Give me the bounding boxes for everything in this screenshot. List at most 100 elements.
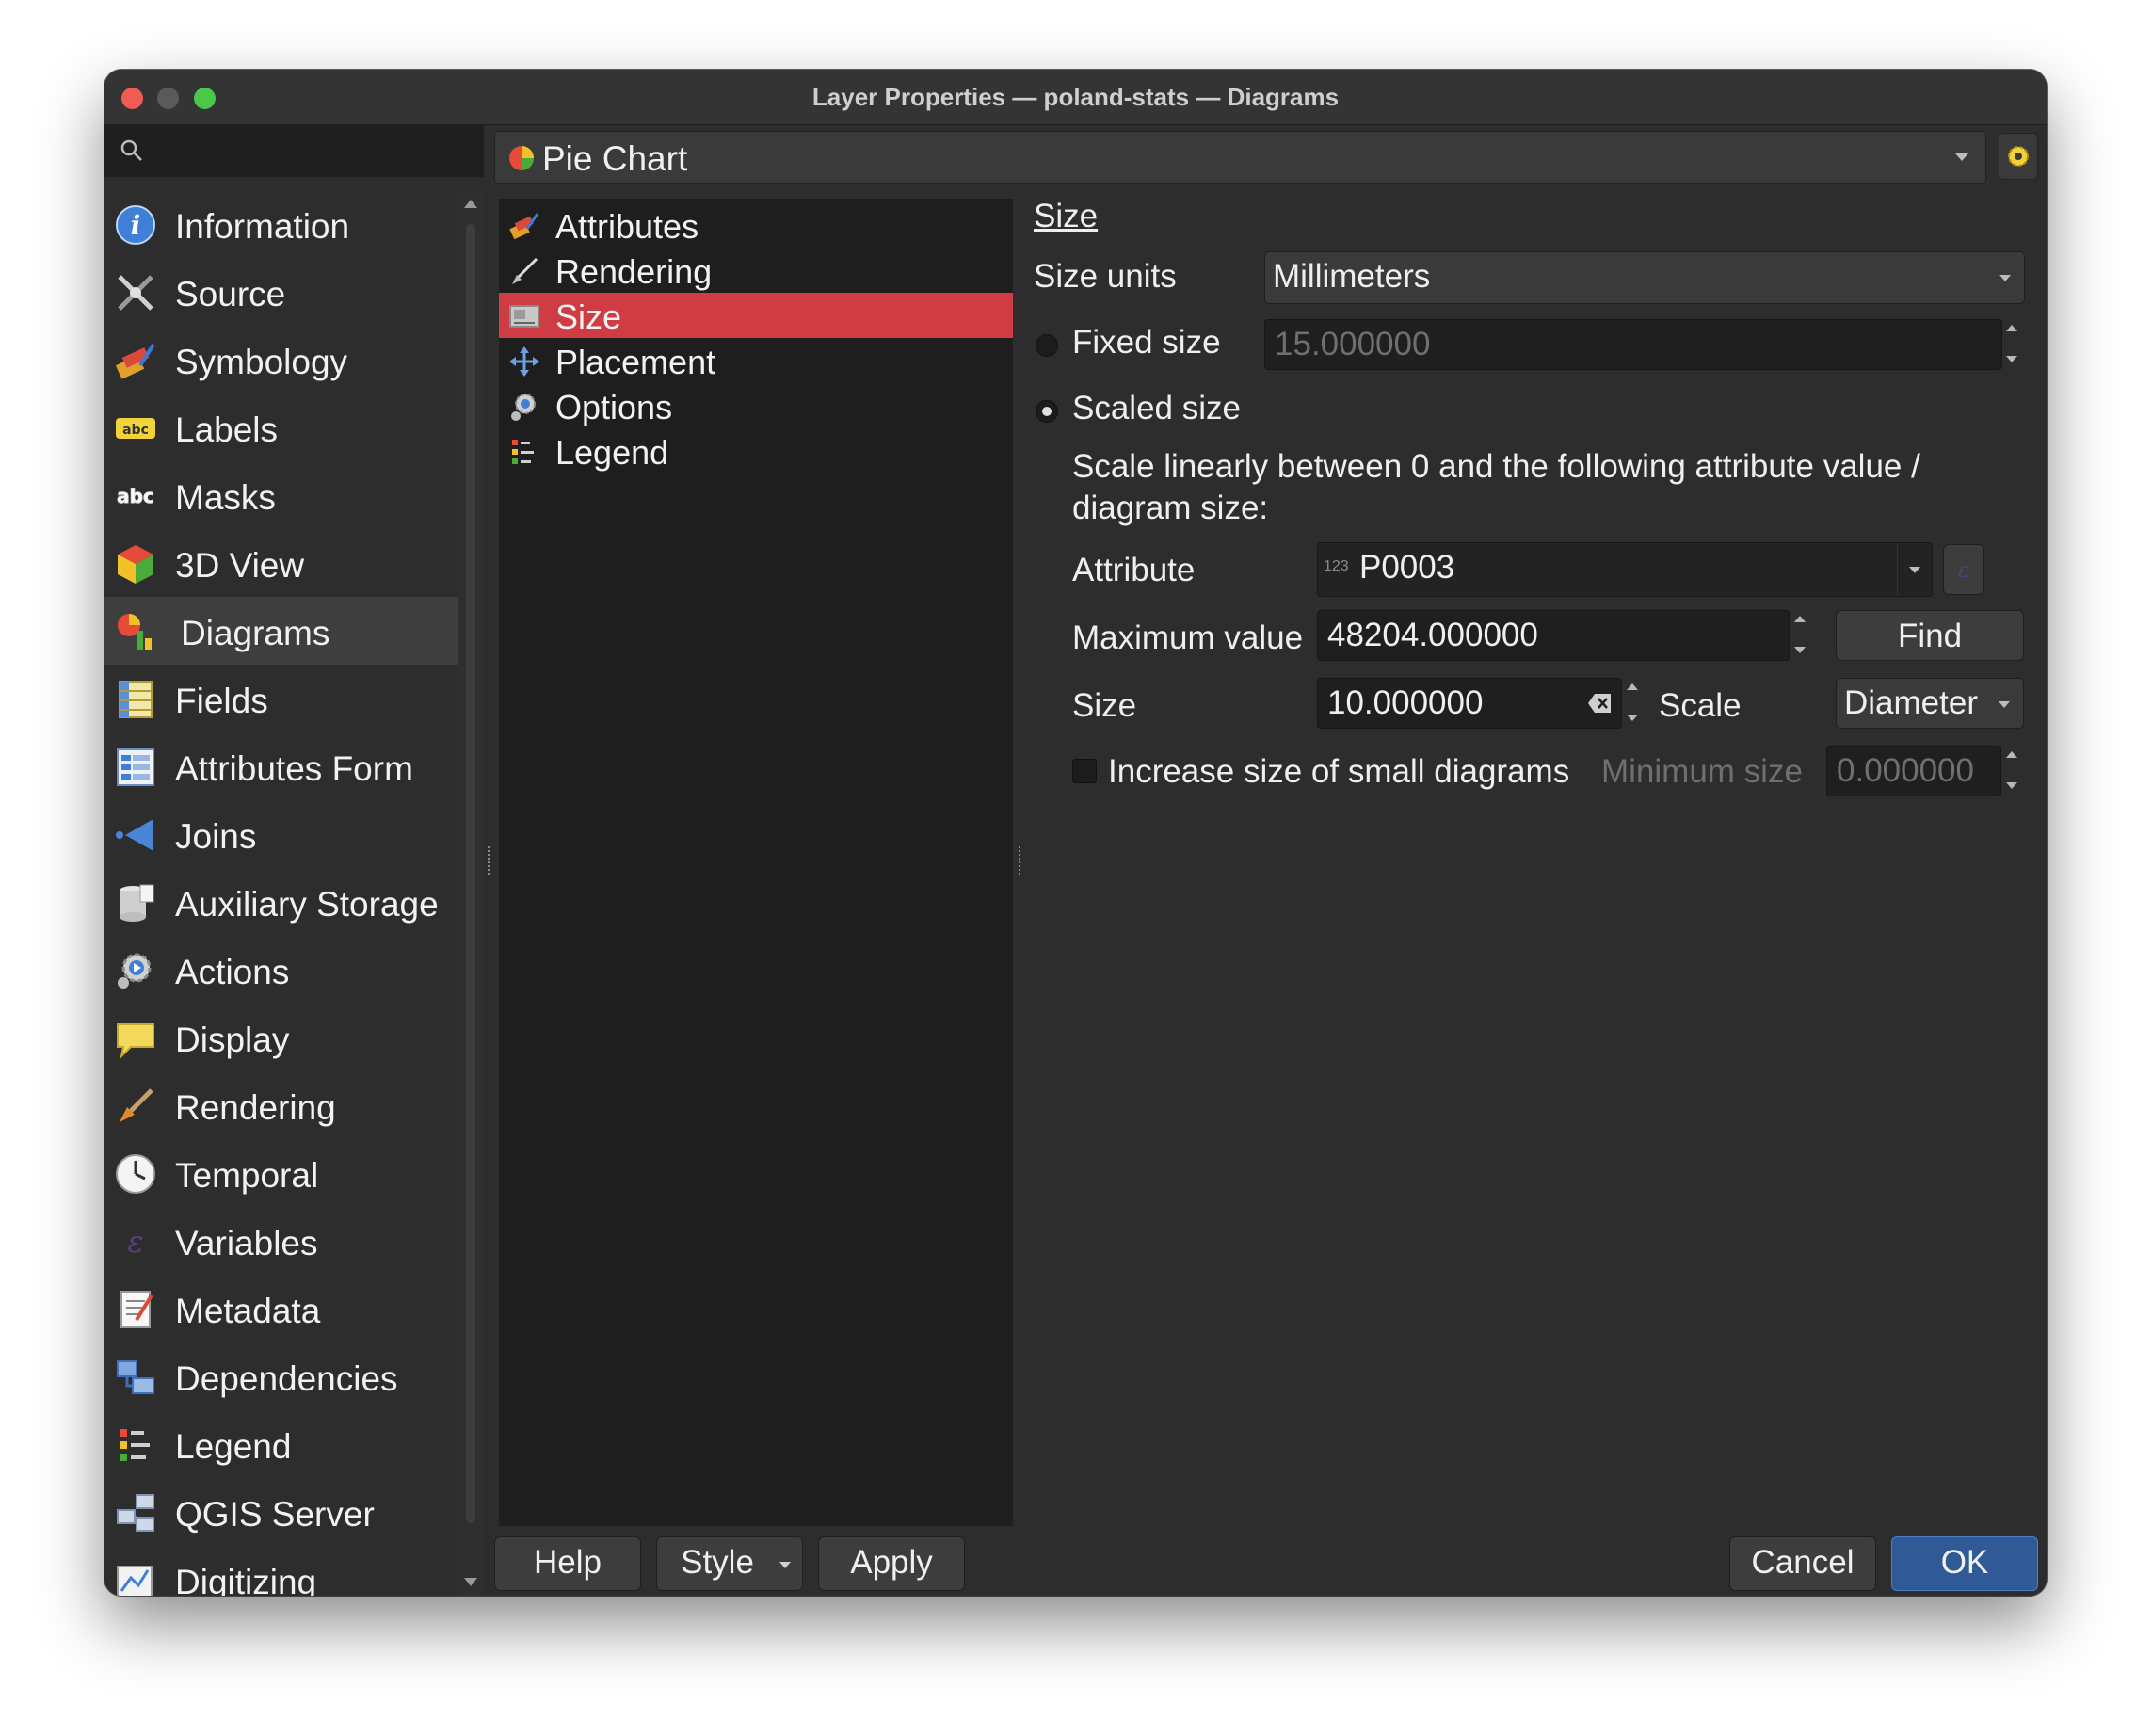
minimum-size-input[interactable]: 0.000000 bbox=[1826, 746, 2001, 796]
sidebar-item-variables[interactable]: ε Variables bbox=[104, 1207, 458, 1275]
section-item-attributes[interactable]: Attributes bbox=[499, 202, 1013, 248]
svg-text:abc: abc bbox=[122, 423, 149, 438]
section-item-options[interactable]: Options bbox=[499, 383, 1013, 428]
sidebar-item-information[interactable]: i Information bbox=[104, 190, 458, 258]
fixed-size-radio[interactable] bbox=[1036, 334, 1058, 357]
sidebar-item-label: Temporal bbox=[175, 1156, 319, 1195]
diagram-settings-button[interactable] bbox=[1999, 133, 2038, 180]
minimum-size-label: Minimum size bbox=[1601, 753, 1803, 790]
scroll-down-icon[interactable] bbox=[464, 1578, 477, 1586]
sidebar-item-diagrams[interactable]: Diagrams bbox=[104, 597, 458, 665]
scale-description-line1: Scale linearly between 0 and the followi… bbox=[1072, 448, 1920, 485]
chevron-down-icon bbox=[1955, 153, 1968, 161]
help-button-label: Help bbox=[534, 1544, 602, 1581]
legend-icon bbox=[512, 440, 534, 464]
clear-icon[interactable] bbox=[1587, 693, 1612, 714]
svg-text:abc: abc bbox=[117, 485, 154, 507]
size-stepper[interactable] bbox=[1622, 678, 1643, 727]
sidebar-item-label: Display bbox=[175, 1021, 290, 1059]
increase-small-diagrams-label: Increase size of small diagrams bbox=[1108, 753, 1570, 790]
attribute-value: P0003 bbox=[1359, 549, 1455, 586]
cancel-button[interactable]: Cancel bbox=[1729, 1536, 1876, 1591]
size-units-select[interactable]: Millimeters bbox=[1264, 251, 2025, 304]
fixed-size-input[interactable]: 15.000000 bbox=[1264, 319, 2002, 370]
maximum-value: 48204.000000 bbox=[1327, 617, 1538, 653]
fields-icon bbox=[119, 681, 153, 718]
size-value: 10.000000 bbox=[1327, 684, 1484, 721]
ok-button[interactable]: OK bbox=[1891, 1536, 2038, 1591]
sidebar-splitter[interactable] bbox=[488, 846, 493, 875]
sidebar-item-digitizing[interactable]: Digitizing bbox=[104, 1546, 458, 1596]
layer-properties-window: Layer Properties — poland-stats — Diagra… bbox=[104, 70, 2047, 1596]
section-item-label: Rendering bbox=[555, 252, 713, 291]
size-label: Size bbox=[1072, 687, 1137, 724]
scroll-up-icon[interactable] bbox=[464, 200, 477, 208]
attribute-select[interactable]: 123 P0003 bbox=[1317, 542, 1933, 597]
section-item-label: Placement bbox=[555, 343, 716, 381]
scaled-size-label: Scaled size bbox=[1072, 390, 1241, 426]
section-item-legend[interactable]: Legend bbox=[499, 428, 1013, 474]
scaled-size-radio[interactable] bbox=[1036, 400, 1058, 423]
sidebar-item-masks[interactable]: abc Masks bbox=[104, 461, 458, 529]
fixed-size-stepper[interactable] bbox=[2001, 319, 2022, 368]
chevron-down-icon bbox=[1999, 275, 2011, 281]
sidebar-item-labels[interactable]: abc Labels bbox=[104, 394, 458, 461]
display-icon bbox=[117, 1023, 154, 1060]
sidebar-item-actions[interactable]: Actions bbox=[104, 936, 458, 1004]
panel-splitter[interactable] bbox=[1019, 846, 1024, 875]
expression-icon: ε bbox=[1958, 559, 1969, 583]
numeric-type-icon: 123 bbox=[1324, 558, 1349, 574]
sidebar-item-auxiliary-storage[interactable]: Auxiliary Storage bbox=[104, 868, 458, 936]
sidebar-item-label: Information bbox=[175, 207, 350, 246]
sidebar-item-joins[interactable]: Joins bbox=[104, 800, 458, 868]
sidebar-item-display[interactable]: Display bbox=[104, 1004, 458, 1071]
find-button-label: Find bbox=[1897, 618, 1963, 654]
style-button-label: Style bbox=[681, 1544, 754, 1581]
sidebar-item-metadata[interactable]: Metadata bbox=[104, 1275, 458, 1342]
style-button[interactable]: Style bbox=[656, 1536, 803, 1591]
data-defined-override-button[interactable]: ε bbox=[1943, 544, 1984, 595]
sidebar-item-source[interactable]: Source bbox=[104, 258, 458, 326]
sidebar-item-fields[interactable]: Fields bbox=[104, 665, 458, 732]
rendering-icon bbox=[120, 1088, 153, 1122]
legend-icon bbox=[120, 1429, 150, 1461]
sidebar-item-legend[interactable]: Legend bbox=[104, 1410, 458, 1478]
section-item-size[interactable]: Size bbox=[499, 293, 1013, 338]
minimum-size-stepper[interactable] bbox=[2001, 746, 2022, 795]
attributes-form-icon bbox=[117, 748, 154, 786]
apply-button-label: Apply bbox=[850, 1544, 933, 1581]
sidebar-item-dependencies[interactable]: Dependencies bbox=[104, 1342, 458, 1410]
sidebar-search-input[interactable] bbox=[104, 125, 484, 177]
scale-select[interactable]: Diameter bbox=[1836, 678, 2024, 729]
size-icon bbox=[509, 305, 539, 328]
attribute-label: Attribute bbox=[1072, 552, 1196, 588]
section-item-label: Attributes bbox=[555, 207, 699, 246]
pie-chart-icon bbox=[509, 146, 534, 170]
maximum-value-stepper[interactable] bbox=[1790, 610, 1810, 659]
increase-small-diagrams-checkbox[interactable] bbox=[1072, 759, 1097, 783]
sidebar-item-qgis-server[interactable]: QGIS Server bbox=[104, 1478, 458, 1546]
scrollbar-thumb[interactable] bbox=[466, 224, 475, 1523]
section-item-rendering[interactable]: Rendering bbox=[499, 248, 1013, 293]
sidebar-item-label: Legend bbox=[175, 1427, 292, 1466]
maximum-value-input[interactable]: 48204.000000 bbox=[1317, 610, 1790, 661]
help-button[interactable]: Help bbox=[494, 1536, 641, 1591]
sidebar-item-label: QGIS Server bbox=[175, 1495, 375, 1534]
sidebar-item-temporal[interactable]: Temporal bbox=[104, 1139, 458, 1207]
sidebar-scrollbar[interactable] bbox=[458, 190, 484, 1596]
sidebar-item-label: Digitizing bbox=[175, 1563, 317, 1596]
diagram-type-select[interactable]: Pie Chart bbox=[494, 131, 1986, 184]
apply-button[interactable]: Apply bbox=[818, 1536, 965, 1591]
sidebar-item-label: 3D View bbox=[175, 546, 305, 585]
svg-text:i: i bbox=[131, 210, 141, 241]
sidebar-item-3d-view[interactable]: 3D View bbox=[104, 529, 458, 597]
sidebar-item-symbology[interactable]: Symbology bbox=[104, 326, 458, 394]
size-input[interactable]: 10.000000 bbox=[1317, 678, 1622, 729]
section-item-placement[interactable]: Placement bbox=[499, 338, 1013, 383]
attributes-icon bbox=[509, 213, 539, 240]
sidebar-item-label: Labels bbox=[175, 410, 279, 449]
sidebar-item-attributes-form[interactable]: Attributes Form bbox=[104, 732, 458, 800]
find-button[interactable]: Find bbox=[1836, 610, 2024, 661]
sidebar-item-rendering[interactable]: Rendering bbox=[104, 1071, 458, 1139]
dependencies-icon bbox=[117, 1360, 154, 1394]
